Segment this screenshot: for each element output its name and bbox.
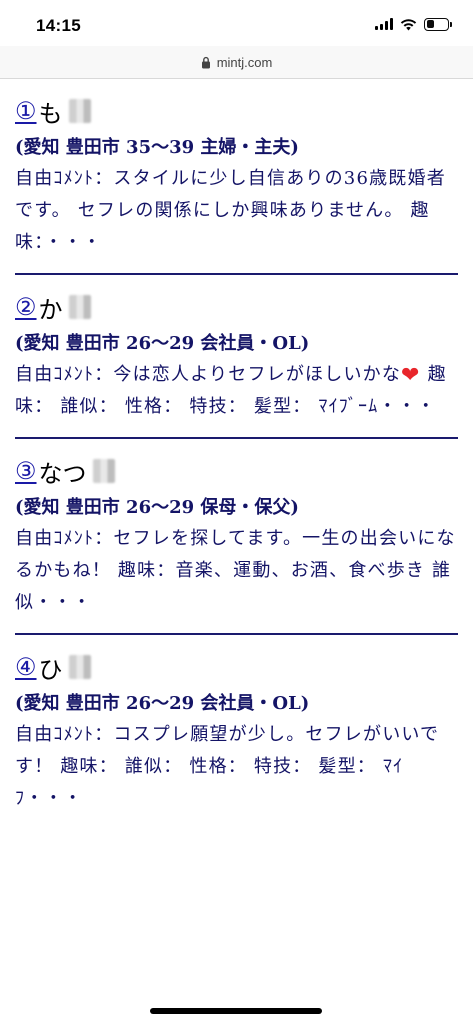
- profile-list: ① も (愛知 豊田市 35〜39 主婦・主夫) 自由ｺﾒﾝﾄ：スタイルに少し自…: [0, 79, 473, 1024]
- profile-comment: 自由ｺﾒﾝﾄ：コスプレ願望が少し。セフレがいいです！ 趣味： 誰似： 性格： 特…: [15, 719, 459, 815]
- profile-title: ① も: [15, 93, 459, 129]
- profile-comment: 自由ｺﾒﾝﾄ：セフレを探してます。一生の出会いになるかもね！ 趣味：音楽、運動、…: [15, 523, 459, 619]
- lock-icon: [201, 56, 210, 68]
- profile-title: ④ ひ: [15, 649, 459, 685]
- profile-name: も: [38, 99, 63, 128]
- battery-level: [426, 20, 434, 28]
- status-bar: 14:15: [0, 0, 473, 46]
- comment-text: 自由ｺﾒﾝﾄ：スタイルに少し自信ありの36歳既婚者です。 セフレの関係にしか興味…: [15, 168, 446, 253]
- blurred-name-mosaic: [92, 459, 115, 483]
- system-icons: [375, 17, 452, 31]
- comment-text: 自由ｺﾒﾝﾄ：セフレを探してます。一生の出会いになるかもね！ 趣味：音楽、運動、…: [15, 528, 456, 613]
- profile-number-link[interactable]: ③: [15, 457, 37, 485]
- profile-comment: 自由ｺﾒﾝﾄ：スタイルに少し自信ありの36歳既婚者です。 セフレの関係にしか興味…: [15, 163, 459, 259]
- profile-meta: (愛知 豊田市 26〜29 会社員・OL): [15, 693, 310, 714]
- profile-name: か: [38, 295, 63, 324]
- profile-title: ③ なつ: [15, 453, 459, 489]
- url-text[interactable]: mintj.com: [217, 55, 273, 70]
- profile-entry: ③ なつ (愛知 豊田市 26〜29 保母・保父) 自由ｺﾒﾝﾄ：セフレを探して…: [0, 439, 473, 619]
- blurred-name-mosaic: [68, 99, 91, 123]
- comment-text: 自由ｺﾒﾝﾄ：コスプレ願望が少し。セフレがいいです！ 趣味： 誰似： 性格： 特…: [15, 724, 440, 809]
- battery-icon: [424, 17, 452, 31]
- clock-time: 14:15: [36, 16, 81, 35]
- profile-entry: ② か (愛知 豊田市 26〜29 会社員・OL) 自由ｺﾒﾝﾄ：今は恋人よりセ…: [0, 275, 473, 423]
- profile-meta: (愛知 豊田市 35〜39 主婦・主夫): [15, 137, 299, 158]
- address-bar[interactable]: mintj.com: [0, 46, 473, 78]
- profile-name: なつ: [38, 459, 87, 488]
- blurred-name-mosaic: [68, 655, 91, 679]
- cellular-signal-icon: [375, 18, 393, 30]
- profile-name: ひ: [38, 655, 63, 684]
- profile-entry: ① も (愛知 豊田市 35〜39 主婦・主夫) 自由ｺﾒﾝﾄ：スタイルに少し自…: [0, 79, 473, 259]
- blurred-name-mosaic: [68, 295, 91, 319]
- wifi-icon: [400, 18, 417, 30]
- profile-meta: (愛知 豊田市 26〜29 会社員・OL): [15, 333, 310, 354]
- profile-number-link[interactable]: ②: [15, 293, 37, 321]
- profile-title: ② か: [15, 289, 459, 325]
- profile-number-link[interactable]: ④: [15, 653, 37, 681]
- comment-text: 自由ｺﾒﾝﾄ：今は恋人よりセフレがほしいかな: [15, 364, 402, 385]
- home-indicator[interactable]: [150, 1008, 322, 1014]
- profile-number-link[interactable]: ①: [15, 97, 37, 125]
- profile-comment: 自由ｺﾒﾝﾄ：今は恋人よりセフレがほしいかな❤ 趣味： 誰似： 性格： 特技： …: [15, 359, 459, 423]
- profile-meta: (愛知 豊田市 26〜29 保母・保父): [15, 497, 299, 518]
- profile-entry: ④ ひ (愛知 豊田市 26〜29 会社員・OL) 自由ｺﾒﾝﾄ：コスプレ願望が…: [0, 635, 473, 815]
- heart-icon: ❤: [401, 363, 421, 388]
